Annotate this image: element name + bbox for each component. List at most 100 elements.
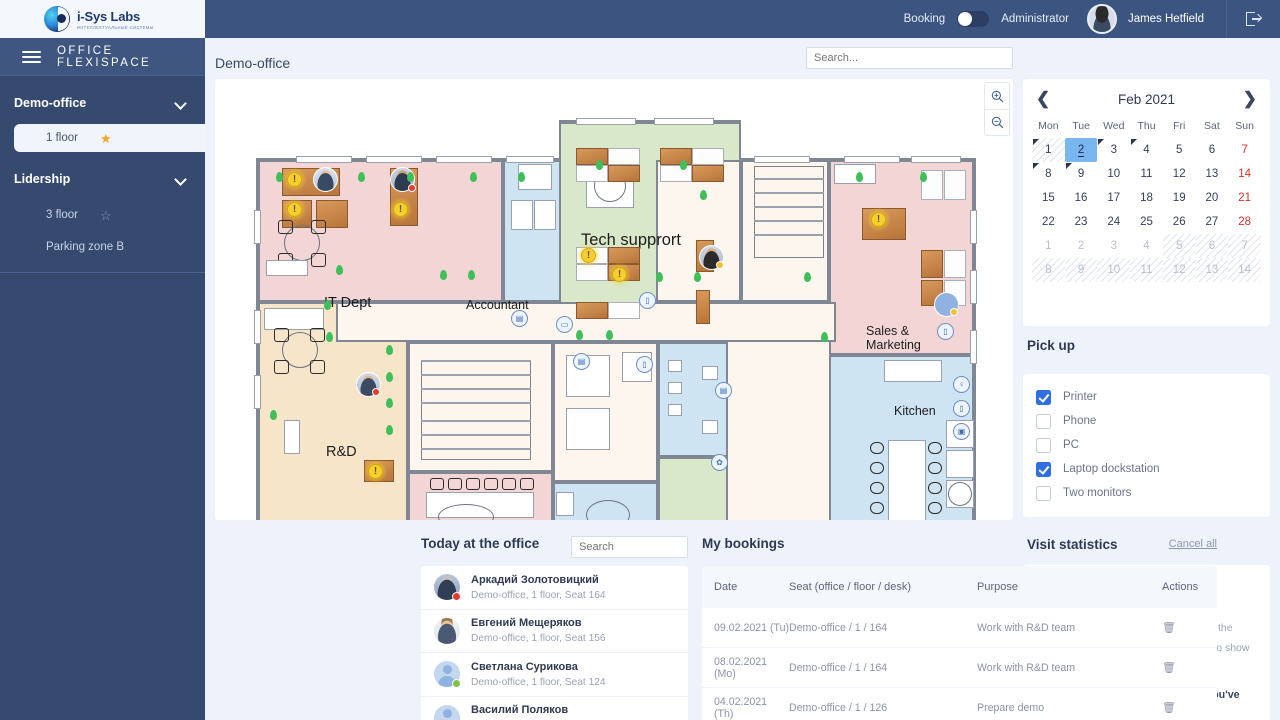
calendar-day-9[interactable]: 9 bbox=[1065, 162, 1098, 186]
calendar-day-11[interactable]: 11 bbox=[1130, 258, 1163, 282]
favorite-star-icon[interactable]: ☆ bbox=[100, 209, 112, 222]
sidebar-item-3-floor[interactable]: 3 floor ☆ bbox=[0, 200, 205, 230]
printer-icon[interactable]: ▤ bbox=[511, 310, 528, 327]
calendar-day-7[interactable]: 7 bbox=[1228, 234, 1261, 258]
seat-pin[interactable] bbox=[270, 410, 277, 420]
seat-pin[interactable] bbox=[518, 172, 525, 182]
seat-pin[interactable] bbox=[386, 425, 393, 435]
sidebar-group-lidership[interactable]: Lidership bbox=[0, 160, 205, 198]
delete-booking-icon[interactable]: 🗑 bbox=[1162, 661, 1217, 674]
avatar[interactable] bbox=[434, 574, 461, 602]
phone-icon[interactable]: ▯ bbox=[937, 323, 954, 340]
calendar-day-12[interactable]: 12 bbox=[1162, 258, 1196, 282]
calendar-day-26[interactable]: 26 bbox=[1163, 210, 1196, 234]
delete-booking-icon[interactable]: 🗑 bbox=[1162, 621, 1217, 634]
calendar-day-28[interactable]: 28 bbox=[1228, 210, 1261, 234]
pickup-checkbox[interactable] bbox=[1036, 389, 1051, 405]
scanner-icon[interactable]: ▣ bbox=[953, 423, 970, 440]
seat-pin[interactable] bbox=[324, 300, 331, 310]
calendar-day-11[interactable]: 11 bbox=[1130, 162, 1163, 186]
booking-mode-toggle[interactable] bbox=[957, 11, 990, 27]
table-row[interactable]: 08.02.2021 (Mo) Demo-office / 1 / 164 Work… bbox=[702, 648, 1217, 688]
pickup-checkbox[interactable] bbox=[1036, 413, 1051, 429]
printer-icon[interactable]: ▤ bbox=[715, 382, 732, 399]
seat-pin[interactable] bbox=[576, 330, 583, 340]
list-item[interactable]: Аркадий Золотовицкий Demo-office, 1 floor… bbox=[421, 566, 688, 610]
seat-alert-icon[interactable]: ! bbox=[287, 202, 302, 217]
floor-plan[interactable]: IT Dept Accountant Tech supprort Sales &… bbox=[254, 118, 977, 520]
next-month-button[interactable]: ❯ bbox=[1239, 89, 1261, 109]
calendar-day-21[interactable]: 21 bbox=[1228, 186, 1261, 210]
cancel-all-link[interactable]: Cancel all bbox=[1169, 538, 1217, 550]
calendar-day-9[interactable]: 9 bbox=[1064, 258, 1098, 282]
seat-pin[interactable] bbox=[468, 270, 475, 280]
table-row[interactable]: 09.02.2021 (Tu) Demo-office / 1 / 164 Work… bbox=[702, 608, 1217, 648]
user-avatar[interactable] bbox=[1086, 4, 1117, 34]
printer-icon[interactable]: ▤ bbox=[573, 353, 590, 370]
pickup-checkbox[interactable] bbox=[1036, 461, 1051, 477]
calendar-day-6[interactable]: 6 bbox=[1195, 234, 1229, 258]
zoom-out-icon[interactable] bbox=[985, 109, 1009, 135]
calendar-day-13[interactable]: 13 bbox=[1196, 162, 1229, 186]
sidebar-item-1-floor[interactable]: 1 floor ★ bbox=[14, 124, 205, 152]
logo[interactable]: i-Sys Labs ИНТЕЛЛЕКТУАЛЬНЫЕ СИСТЕМЫ bbox=[0, 0, 205, 38]
seat-alert-icon[interactable]: ! bbox=[581, 248, 596, 263]
seat-pin[interactable] bbox=[358, 172, 365, 182]
calendar-day-23[interactable]: 23 bbox=[1065, 210, 1098, 234]
hamburger-menu-icon[interactable] bbox=[22, 48, 41, 66]
calendar-day-20[interactable]: 20 bbox=[1196, 186, 1229, 210]
favorite-star-icon[interactable]: ★ bbox=[100, 132, 112, 145]
calendar-widget[interactable]: ❮ Feb 2021 ❯ Mon Tue Wed Thu Fri Sat Sun 1 2 3 4 5 6… bbox=[1023, 79, 1270, 326]
prev-month-button[interactable]: ❮ bbox=[1032, 89, 1054, 109]
calendar-day-5[interactable]: 5 bbox=[1163, 138, 1196, 162]
water-icon[interactable]: ♀ bbox=[953, 376, 970, 393]
calendar-day-8[interactable]: 8 bbox=[1032, 258, 1065, 282]
calendar-day-1[interactable]: 1 bbox=[1032, 138, 1065, 162]
calendar-day-22[interactable]: 22 bbox=[1032, 210, 1065, 234]
seat-pin[interactable] bbox=[856, 172, 863, 182]
calendar-day-24[interactable]: 24 bbox=[1097, 210, 1130, 234]
calendar-day-12[interactable]: 12 bbox=[1163, 162, 1196, 186]
pickup-checkbox[interactable] bbox=[1036, 437, 1051, 453]
calendar-day-4[interactable]: 4 bbox=[1130, 234, 1163, 258]
calendar-day-16[interactable]: 16 bbox=[1065, 186, 1098, 210]
avatar[interactable] bbox=[434, 704, 460, 720]
phone-icon[interactable]: ▯ bbox=[639, 292, 656, 309]
seat-pin[interactable] bbox=[326, 332, 333, 342]
seat-pin[interactable] bbox=[276, 172, 283, 182]
calendar-day-17[interactable]: 17 bbox=[1097, 186, 1130, 210]
sidebar-group-demo-office[interactable]: Demo-office bbox=[0, 84, 205, 122]
seat-pin[interactable] bbox=[920, 172, 927, 182]
list-item[interactable]: Светлана Сурикова Demo-office, 1 floor, S… bbox=[421, 653, 688, 697]
seat-alert-icon[interactable]: ! bbox=[612, 267, 627, 282]
calendar-day-2[interactable]: 2 bbox=[1064, 138, 1098, 162]
list-item[interactable]: Василий ПоляковDemo-office, 1 floor, Sea… bbox=[421, 697, 688, 720]
today-search-input[interactable] bbox=[571, 536, 688, 558]
chevron-down-icon[interactable] bbox=[176, 174, 187, 185]
avatar[interactable] bbox=[434, 661, 461, 689]
calendar-day-15[interactable]: 15 bbox=[1032, 186, 1065, 210]
seat-occupant-avatar[interactable] bbox=[313, 167, 338, 192]
calendar-day-1[interactable]: 1 bbox=[1032, 234, 1065, 258]
calendar-day-7[interactable]: 7 bbox=[1228, 138, 1261, 162]
calendar-day-2[interactable]: 2 bbox=[1065, 234, 1098, 258]
seat-pin[interactable] bbox=[804, 272, 811, 282]
pickup-row-0[interactable]: Printer bbox=[1036, 385, 1270, 409]
logout-button[interactable] bbox=[1226, 0, 1280, 38]
seat-pin[interactable] bbox=[386, 345, 393, 355]
monitor-icon[interactable]: ▭ bbox=[556, 316, 573, 333]
calendar-day-19[interactable]: 19 bbox=[1163, 186, 1196, 210]
plant-icon[interactable]: ✿ bbox=[711, 454, 728, 471]
chevron-down-icon[interactable] bbox=[176, 98, 187, 109]
seat-pin[interactable] bbox=[596, 160, 603, 170]
pickup-row-3[interactable]: Laptop dockstation bbox=[1036, 457, 1270, 481]
seat-pin[interactable] bbox=[680, 160, 687, 170]
seat-pin[interactable] bbox=[386, 398, 393, 408]
seat-pin[interactable] bbox=[336, 265, 343, 275]
sidebar-item-parking-zone-b[interactable]: Parking zone B bbox=[0, 232, 205, 262]
pickup-row-1[interactable]: Phone bbox=[1036, 409, 1270, 433]
pickup-row-4[interactable]: Two monitors bbox=[1036, 481, 1270, 505]
calendar-day-13[interactable]: 13 bbox=[1195, 258, 1229, 282]
calendar-day-3[interactable]: 3 bbox=[1097, 234, 1130, 258]
seat-alert-icon[interactable]: ! bbox=[393, 202, 408, 217]
